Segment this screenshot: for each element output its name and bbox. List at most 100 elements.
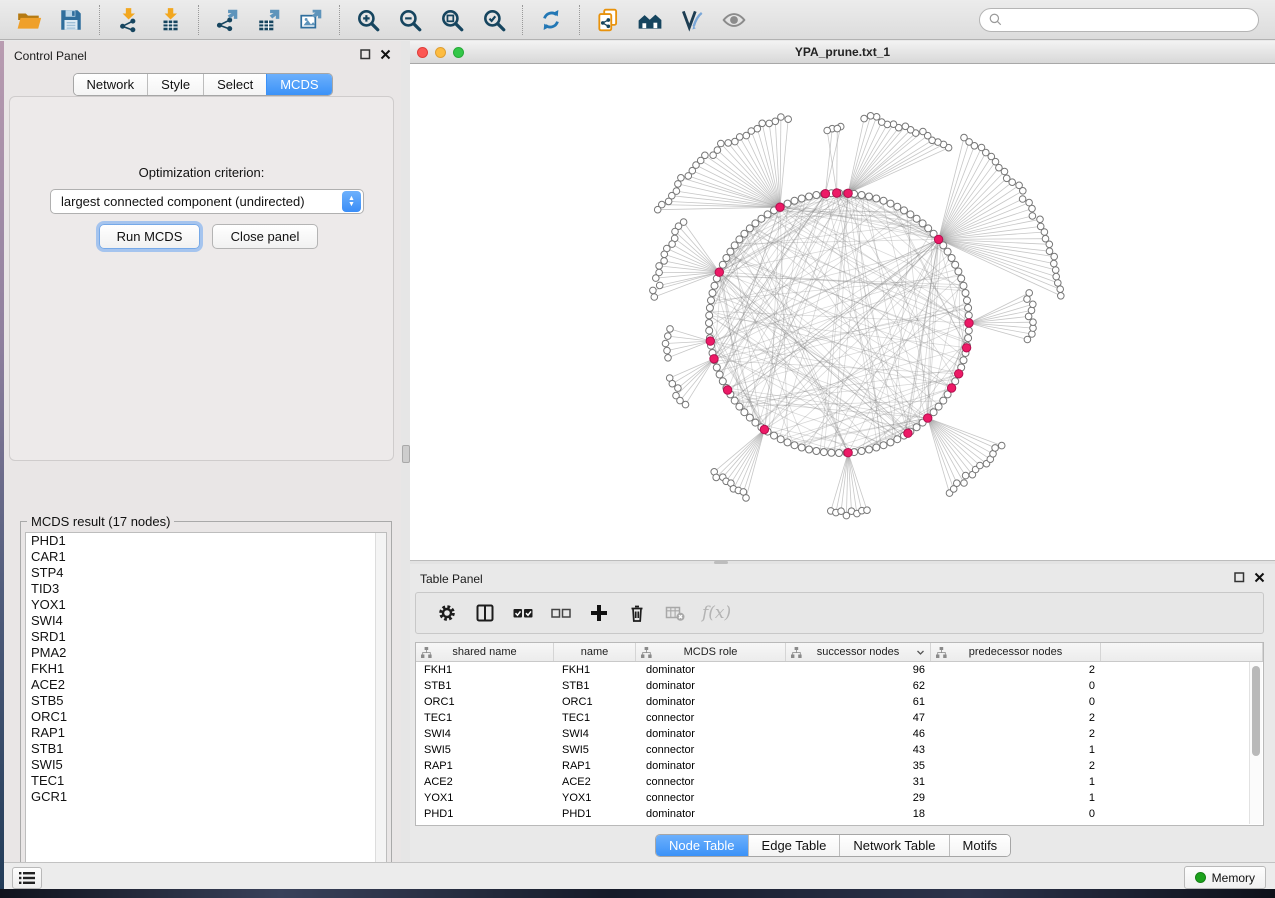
scrollbar-thumb[interactable]: [1252, 666, 1260, 756]
list-item[interactable]: YOX1: [26, 597, 386, 613]
select-stepper-icon: ▲▼: [342, 191, 361, 212]
table-row[interactable]: YOX1 YOX1 connector 29 1: [416, 790, 1263, 806]
tab-style[interactable]: Style: [147, 74, 203, 95]
zoom-in-icon[interactable]: [353, 5, 383, 35]
mcds-panel: Optimization criterion: largest connecte…: [9, 96, 394, 461]
table-row[interactable]: TEC1 TEC1 connector 47 2: [416, 710, 1263, 726]
list-item[interactable]: TEC1: [26, 773, 386, 789]
close-panel-icon[interactable]: [380, 49, 391, 60]
run-mcds-button[interactable]: Run MCDS: [99, 224, 200, 249]
table-row[interactable]: FKH1 FKH1 dominator 96 2: [416, 662, 1263, 678]
search-input[interactable]: [1008, 12, 1250, 28]
list-item[interactable]: SRD1: [26, 629, 386, 645]
desktop-wallpaper-edge: [0, 41, 4, 889]
delete-column-icon[interactable]: [624, 600, 650, 626]
float-panel-icon[interactable]: [360, 49, 371, 60]
splitter-grip[interactable]: [402, 445, 410, 463]
import-network-icon[interactable]: [113, 5, 143, 35]
optimization-criterion-select[interactable]: largest connected component (undirected)…: [50, 189, 364, 214]
table-settings-gear-icon[interactable]: [434, 600, 460, 626]
table-row[interactable]: ACE2 ACE2 connector 31 1: [416, 774, 1263, 790]
vertical-splitter[interactable]: [401, 41, 410, 862]
list-item[interactable]: ORC1: [26, 709, 386, 725]
deselect-all-checkboxes-icon[interactable]: [548, 600, 574, 626]
column-header-MCDS-role[interactable]: MCDS role: [636, 643, 786, 661]
table-row[interactable]: RAP1 RAP1 dominator 35 2: [416, 758, 1263, 774]
memory-label: Memory: [1212, 871, 1255, 885]
show-hide-icon[interactable]: [719, 5, 749, 35]
clone-network-icon[interactable]: [593, 5, 623, 35]
tab-edge-table[interactable]: Edge Table: [748, 835, 840, 856]
column-header-predecessor-nodes[interactable]: predecessor nodes: [931, 643, 1101, 661]
memory-status-icon: [1195, 872, 1206, 883]
search-field[interactable]: [979, 8, 1259, 32]
table-row[interactable]: SWI5 SWI5 connector 43 1: [416, 742, 1263, 758]
visual-styles-icon[interactable]: [677, 5, 707, 35]
close-panel-button[interactable]: Close panel: [212, 224, 318, 249]
cytoscape-app-window: Control Panel NetworkStyleSelectMCDS Opt…: [0, 0, 1275, 898]
show-columns-icon[interactable]: [472, 600, 498, 626]
list-item[interactable]: SWI5: [26, 757, 386, 773]
mcds-result-list[interactable]: PHD1CAR1STP4TID3YOX1SWI4SRD1PMA2FKH1ACE2…: [25, 532, 387, 893]
add-column-icon[interactable]: [586, 600, 612, 626]
zoom-fit-icon[interactable]: [437, 5, 467, 35]
column-header-name[interactable]: name: [554, 643, 636, 661]
export-network-icon[interactable]: [212, 5, 242, 35]
list-item[interactable]: PHD1: [26, 533, 386, 549]
list-item[interactable]: STB5: [26, 693, 386, 709]
tab-network[interactable]: Network: [73, 74, 147, 95]
control-panel-title: Control Panel: [14, 49, 87, 63]
list-item[interactable]: GCR1: [26, 789, 386, 805]
table-scrollbar[interactable]: [1249, 662, 1262, 824]
table-row[interactable]: SWI4 SWI4 dominator 46 2: [416, 726, 1263, 742]
export-image-icon[interactable]: [296, 5, 326, 35]
list-item[interactable]: CAR1: [26, 549, 386, 565]
import-table-icon[interactable]: [155, 5, 185, 35]
memory-button[interactable]: Memory: [1184, 866, 1266, 889]
close-panel-icon[interactable]: [1254, 572, 1265, 583]
network-view-window: YPA_prune.txt_1: [410, 41, 1275, 560]
network-window-titlebar[interactable]: YPA_prune.txt_1: [410, 41, 1275, 64]
list-item[interactable]: TID3: [26, 581, 386, 597]
list-item[interactable]: FKH1: [26, 661, 386, 677]
tab-node-table[interactable]: Node Table: [656, 835, 748, 856]
column-header-shared-name[interactable]: shared name: [416, 643, 554, 661]
sort-chevron-icon: [916, 648, 925, 657]
float-panel-icon[interactable]: [1234, 572, 1245, 583]
table-row[interactable]: ORC1 ORC1 dominator 61 0: [416, 694, 1263, 710]
network-canvas[interactable]: [410, 64, 1275, 561]
column-header-successor-nodes[interactable]: successor nodes: [786, 643, 931, 661]
tab-select[interactable]: Select: [203, 74, 266, 95]
table-row[interactable]: STB1 STB1 dominator 62 0: [416, 678, 1263, 694]
list-item[interactable]: STP4: [26, 565, 386, 581]
delete-table-icon: [662, 600, 688, 626]
tab-network-table[interactable]: Network Table: [839, 835, 948, 856]
network-window-title: YPA_prune.txt_1: [410, 45, 1275, 59]
toolbar-separator: [99, 5, 100, 35]
table-row[interactable]: PHD1 PHD1 dominator 18 0: [416, 806, 1263, 822]
tab-mcds[interactable]: MCDS: [266, 74, 331, 95]
list-item[interactable]: PMA2: [26, 645, 386, 661]
export-table-icon[interactable]: [254, 5, 284, 35]
table-panel-title: Table Panel: [420, 572, 483, 586]
tab-motifs[interactable]: Motifs: [949, 835, 1011, 856]
list-item[interactable]: SWI4: [26, 613, 386, 629]
panel-menu-button[interactable]: [12, 867, 42, 889]
refresh-layout-icon[interactable]: [536, 5, 566, 35]
zoom-out-icon[interactable]: [395, 5, 425, 35]
zoom-selected-icon[interactable]: [479, 5, 509, 35]
list-item[interactable]: STB1: [26, 741, 386, 757]
network-graph[interactable]: [410, 64, 1275, 561]
save-icon[interactable]: [56, 5, 86, 35]
list-scrollbar[interactable]: [375, 533, 386, 892]
control-panel: Control Panel NetworkStyleSelectMCDS Opt…: [4, 41, 401, 862]
table-header-row: shared namenameMCDS rolesuccessor nodesp…: [416, 643, 1263, 662]
optimization-criterion-label: Optimization criterion:: [10, 165, 393, 180]
select-all-checkboxes-icon[interactable]: [510, 600, 536, 626]
table-panel: Table Panel f(x) shared namenameMCDS: [410, 564, 1275, 862]
criterion-value: largest connected component (undirected): [61, 194, 305, 209]
open-folder-icon[interactable]: [14, 5, 44, 35]
home-styles-icon[interactable]: [635, 5, 665, 35]
list-item[interactable]: ACE2: [26, 677, 386, 693]
list-item[interactable]: RAP1: [26, 725, 386, 741]
